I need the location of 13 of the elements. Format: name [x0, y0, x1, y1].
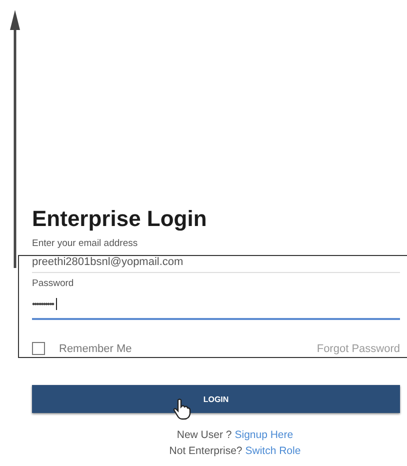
remember-label: Remember Me	[59, 342, 132, 354]
email-field[interactable]: preethi2801bsnl@yopmail.com	[32, 256, 400, 273]
signup-prompt: New User ?	[176, 428, 232, 443]
page-title: Enterprise Login	[32, 206, 208, 232]
password-field[interactable]: ••••••••••	[32, 294, 400, 320]
switch-role-prompt: Not Enterprise?	[169, 444, 242, 459]
email-label: Enter your email address	[32, 238, 139, 250]
password-label: Password	[32, 278, 75, 290]
remember-checkbox[interactable]	[32, 342, 45, 355]
switch-role-link[interactable]: Switch Role	[245, 443, 301, 459]
signup-link[interactable]: Signup Here	[234, 427, 294, 443]
login-button[interactable]: LOGIN	[32, 385, 400, 413]
hand-cursor-icon	[172, 398, 192, 420]
